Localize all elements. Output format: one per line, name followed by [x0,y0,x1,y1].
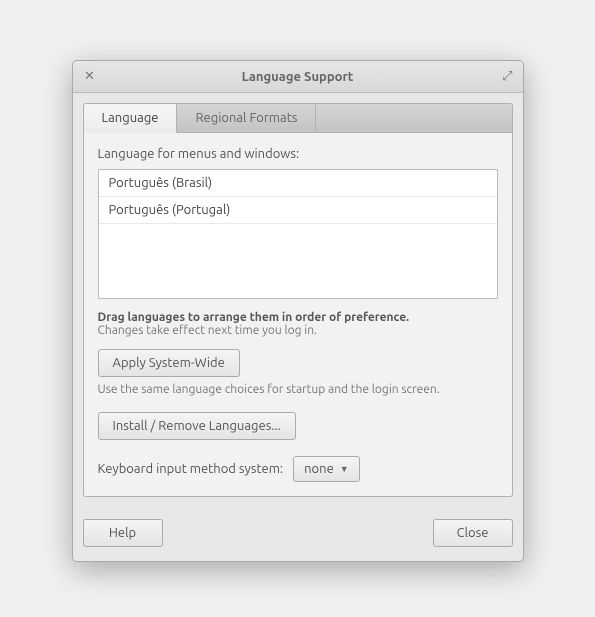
close-button[interactable]: Close [433,519,513,547]
chevron-down-icon: ▼ [340,464,349,474]
tabs-container: Language Regional Formats Language for m… [83,103,513,497]
button-label: Apply System-Wide [113,356,225,370]
list-item[interactable]: Português (Brasil) [99,170,497,197]
drag-hint-sub: Changes take effect next time you log in… [98,324,498,337]
input-method-label: Keyboard input method system: [98,462,284,476]
drag-hint: Drag languages to arrange them in order … [98,311,498,324]
input-method-select[interactable]: none ▼ [293,456,360,482]
tab-label: Language [102,111,159,125]
button-label: Install / Remove Languages... [113,419,281,433]
tabs-header: Language Regional Formats [84,104,512,133]
install-remove-languages-button[interactable]: Install / Remove Languages... [98,412,296,440]
dialog-footer: Help Close [73,507,523,561]
window-title: Language Support [73,70,523,84]
titlebar: ✕ Language Support ⤢ [73,61,523,93]
select-value: none [304,462,334,476]
apply-hint: Use the same language choices for startu… [98,383,498,396]
apply-system-wide-button[interactable]: Apply System-Wide [98,349,240,377]
language-list-label: Language for menus and windows: [98,147,498,161]
tab-panel-language: Language for menus and windows: Portuguê… [84,133,512,496]
window-content: Language Regional Formats Language for m… [73,93,523,507]
close-icon[interactable]: ✕ [83,70,97,84]
language-list[interactable]: Português (Brasil) Português (Portugal) [98,169,498,299]
tab-label: Regional Formats [195,111,297,125]
language-support-window: ✕ Language Support ⤢ Language Regional F… [72,60,524,562]
tab-language[interactable]: Language [84,104,178,133]
input-method-row: Keyboard input method system: none ▼ [98,456,498,482]
button-label: Help [109,526,136,540]
list-item[interactable]: Português (Portugal) [99,197,497,224]
button-label: Close [457,526,489,540]
help-button[interactable]: Help [83,519,163,547]
language-name: Português (Portugal) [109,203,231,217]
maximize-icon[interactable]: ⤢ [502,69,512,84]
language-name: Português (Brasil) [109,176,213,190]
tab-regional-formats[interactable]: Regional Formats [177,104,316,132]
